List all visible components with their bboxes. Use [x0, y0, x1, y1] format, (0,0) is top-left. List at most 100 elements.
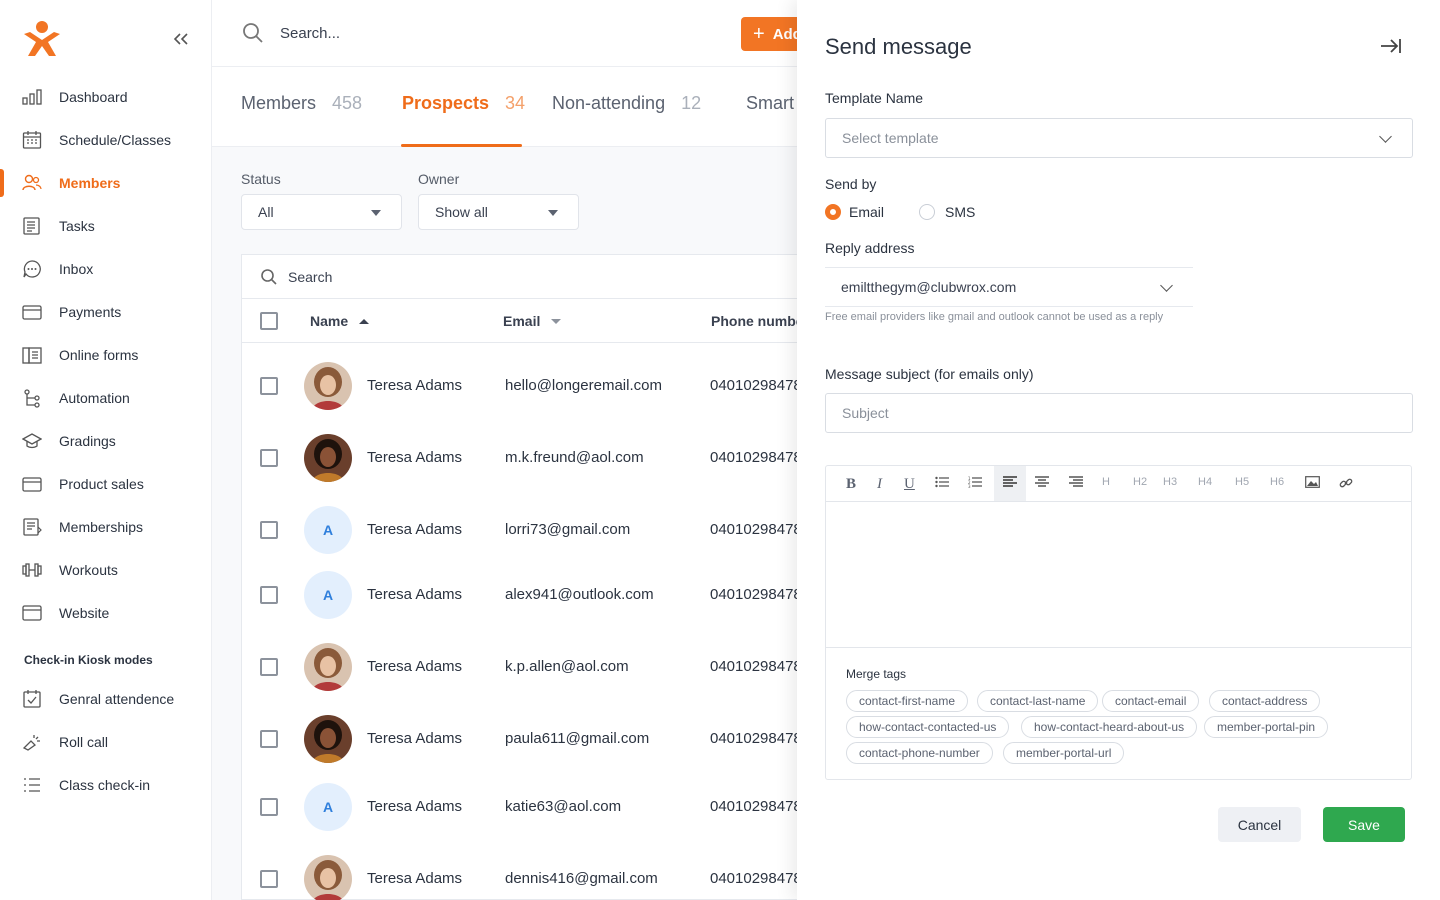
row-name[interactable]: Teresa Adams: [367, 586, 462, 603]
select-all-checkbox[interactable]: [260, 312, 278, 330]
reply-address-select[interactable]: emiltthegym@clubwrox.com: [825, 267, 1193, 307]
collapse-sidebar-icon[interactable]: [170, 28, 192, 50]
heading-5-button[interactable]: H5: [1235, 476, 1249, 488]
send-by-email-label[interactable]: Email: [849, 204, 884, 220]
avatar[interactable]: A: [304, 783, 352, 831]
merge-tag-chip[interactable]: contact-first-name: [846, 690, 969, 712]
sidebar-item-general-attendance[interactable]: Genral attendence: [0, 681, 212, 717]
bullet-list-icon[interactable]: [935, 476, 949, 491]
sidebar-item-schedule[interactable]: Schedule/Classes: [0, 122, 212, 158]
merge-tag-chip[interactable]: contact-address: [1209, 690, 1321, 712]
save-button[interactable]: Save: [1323, 807, 1405, 842]
merge-tag-chip[interactable]: contact-phone-number: [846, 742, 993, 764]
sidebar-item-tasks[interactable]: Tasks: [0, 208, 212, 244]
sidebar-item-dashboard[interactable]: Dashboard: [0, 79, 212, 115]
message-editor: B I U 123 H H2 H3 H4 H5 H6 Merge tags co…: [825, 465, 1412, 780]
heading-2-button[interactable]: H2: [1133, 476, 1147, 488]
row-name[interactable]: Teresa Adams: [367, 521, 462, 538]
email-column-header[interactable]: Email: [503, 313, 562, 329]
avatar[interactable]: [304, 715, 352, 763]
row-checkbox[interactable]: [260, 449, 278, 467]
align-center-icon[interactable]: [1035, 476, 1049, 491]
italic-button[interactable]: I: [877, 476, 882, 493]
send-by-sms-radio[interactable]: [919, 204, 935, 220]
row-name[interactable]: Teresa Adams: [367, 730, 462, 747]
sidebar-item-automation[interactable]: Automation: [0, 380, 212, 416]
send-by-label: Send by: [825, 176, 877, 192]
reply-address-label: Reply address: [825, 240, 915, 256]
row-checkbox[interactable]: [260, 798, 278, 816]
sidebar-item-members[interactable]: Members: [0, 165, 212, 201]
sidebar-item-roll-call[interactable]: Roll call: [0, 724, 212, 760]
owner-filter-select[interactable]: Show all: [418, 194, 579, 230]
row-email: lorri73@gmail.com: [505, 521, 631, 538]
image-icon[interactable]: [1305, 476, 1320, 491]
status-filter-select[interactable]: All: [241, 194, 402, 230]
underline-button[interactable]: U: [904, 476, 915, 493]
owner-filter-label: Owner: [418, 171, 460, 187]
cancel-button[interactable]: Cancel: [1218, 807, 1301, 842]
avatar[interactable]: [304, 434, 352, 482]
global-search[interactable]: Search...: [242, 22, 340, 44]
avatar[interactable]: [304, 643, 352, 691]
sidebar-item-memberships[interactable]: Memberships: [0, 509, 212, 545]
close-panel-icon[interactable]: [1379, 36, 1403, 56]
tab-non-attending[interactable]: Non-attending 12: [552, 93, 701, 114]
calendar-icon: [22, 130, 42, 150]
heading-6-button[interactable]: H6: [1270, 476, 1284, 488]
send-by-email-radio[interactable]: [825, 204, 841, 220]
sidebar-item-product-sales[interactable]: Product sales: [0, 466, 212, 502]
link-icon[interactable]: [1339, 476, 1353, 493]
subject-input[interactable]: Subject: [825, 393, 1413, 433]
tab-smart[interactable]: Smart: [746, 93, 794, 114]
heading-3-button[interactable]: H3: [1163, 476, 1177, 488]
row-checkbox[interactable]: [260, 377, 278, 395]
avatar[interactable]: [304, 855, 352, 900]
row-checkbox[interactable]: [260, 730, 278, 748]
phone-column-header[interactable]: Phone numbe: [711, 313, 804, 329]
sidebar-item-label: Website: [59, 605, 110, 621]
heading-1-button[interactable]: H: [1102, 476, 1110, 488]
tab-prospects[interactable]: Prospects 34: [402, 93, 525, 114]
sidebar-item-workouts[interactable]: Workouts: [0, 552, 212, 588]
tab-count: 12: [681, 93, 702, 113]
merge-tag-chip[interactable]: member-portal-pin: [1204, 716, 1329, 738]
tab-members[interactable]: Members 458: [241, 93, 362, 114]
merge-tag-chip[interactable]: how-contact-heard-about-us: [1021, 716, 1198, 738]
align-left-icon[interactable]: [994, 466, 1026, 501]
merge-tag-chip[interactable]: member-portal-url: [1003, 742, 1125, 764]
sidebar-item-payments[interactable]: Payments: [0, 294, 212, 330]
row-checkbox[interactable]: [260, 521, 278, 539]
row-name[interactable]: Teresa Adams: [367, 449, 462, 466]
sidebar-item-online-forms[interactable]: Online forms: [0, 337, 212, 373]
row-checkbox[interactable]: [260, 658, 278, 676]
row-name[interactable]: Teresa Adams: [367, 798, 462, 815]
name-column-header[interactable]: Name: [310, 313, 370, 329]
sidebar-item-gradings[interactable]: Gradings: [0, 423, 212, 459]
sidebar-item-label: Roll call: [59, 734, 109, 750]
merge-tag-chip[interactable]: how-contact-contacted-us: [846, 716, 1010, 738]
merge-tag-chip[interactable]: contact-last-name: [977, 690, 1099, 712]
row-checkbox[interactable]: [260, 586, 278, 604]
forms-icon: [22, 345, 42, 365]
sidebar-item-website[interactable]: Website: [0, 595, 212, 631]
row-name[interactable]: Teresa Adams: [367, 377, 462, 394]
avatar[interactable]: A: [304, 571, 352, 619]
avatar[interactable]: [304, 362, 352, 410]
merge-tag-chip[interactable]: contact-email: [1102, 690, 1200, 712]
row-phone: 04010298478: [710, 870, 802, 887]
row-name[interactable]: Teresa Adams: [367, 658, 462, 675]
row-checkbox[interactable]: [260, 870, 278, 888]
template-select[interactable]: Select template: [825, 118, 1413, 158]
send-by-sms-label[interactable]: SMS: [945, 204, 975, 220]
bold-button[interactable]: B: [846, 476, 856, 493]
sidebar-item-class-check-in[interactable]: Class check-in: [0, 767, 212, 803]
numbered-list-icon[interactable]: 123: [968, 476, 982, 491]
message-body-input[interactable]: [826, 502, 1411, 647]
align-right-icon[interactable]: [1069, 476, 1083, 491]
heading-4-button[interactable]: H4: [1198, 476, 1212, 488]
avatar[interactable]: A: [304, 506, 352, 554]
sidebar-item-inbox[interactable]: Inbox: [0, 251, 212, 287]
logo-icon[interactable]: [22, 20, 62, 58]
row-name[interactable]: Teresa Adams: [367, 870, 462, 887]
